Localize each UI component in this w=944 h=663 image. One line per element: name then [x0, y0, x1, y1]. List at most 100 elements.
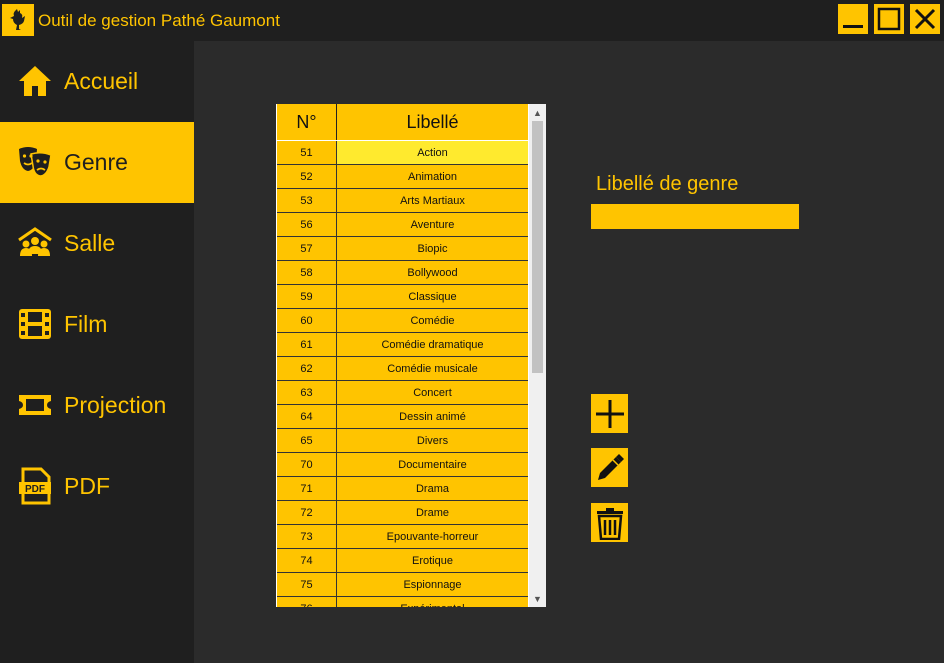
edit-pencil-icon	[597, 453, 624, 480]
cell-libelle: Classique	[408, 290, 457, 303]
theater-masks-icon	[16, 143, 54, 181]
table-row[interactable]: 61 Comédie dramatique	[277, 333, 528, 357]
cell-num: 65	[277, 429, 337, 452]
sidebar-item-projection[interactable]: Projection	[0, 365, 194, 446]
table-row[interactable]: 65 Divers	[277, 429, 528, 453]
cell-num: 74	[277, 549, 337, 572]
sidebar-item-label: Salle	[64, 230, 116, 256]
maximize-icon	[877, 7, 901, 31]
libelle-genre-input[interactable]	[591, 204, 799, 229]
cell-num: 71	[277, 477, 337, 500]
sidebar-item-genre[interactable]: Genre	[0, 122, 194, 203]
film-icon	[16, 305, 54, 343]
sidebar: Accueil Genre Salle Film Projection PDF …	[0, 41, 194, 663]
cell-num: 58	[277, 261, 337, 284]
cell-num: 59	[277, 285, 337, 308]
table-row[interactable]: 71 Drama	[277, 477, 528, 501]
delete-button[interactable]	[591, 503, 628, 542]
cell-num: 57	[277, 237, 337, 260]
cell-num: 56	[277, 213, 337, 236]
table-row[interactable]: 60 Comédie	[277, 309, 528, 333]
cell-libelle: Expérimental	[337, 597, 528, 608]
title-bar: Outil de gestion Pathé Gaumont	[0, 0, 944, 41]
cell-num: 63	[277, 381, 337, 404]
cell-libelle: Comédie	[410, 314, 455, 327]
cell-libelle: Comédie dramatique	[381, 338, 484, 351]
add-icon	[595, 399, 624, 428]
table-row[interactable]: 62 Comédie musicale	[277, 357, 528, 381]
sidebar-item-label: Projection	[64, 392, 167, 418]
table-row[interactable]: 53 Arts Martiaux	[277, 189, 528, 213]
cell-libelle: Concert	[413, 386, 452, 399]
table-row[interactable]: 72 Drame	[277, 501, 528, 525]
table-row[interactable]: 52 Animation	[277, 165, 528, 189]
scroll-down-icon[interactable]: ▼	[529, 590, 546, 607]
audience-icon	[16, 224, 54, 262]
table-row[interactable]: 59 Classique	[277, 285, 528, 309]
table-row[interactable]: 73 Epouvante-horreur	[277, 525, 528, 549]
cell-libelle: Animation	[408, 170, 457, 183]
table-scrollbar[interactable]: ▲ ▼	[529, 104, 546, 607]
cell-num: 73	[277, 525, 337, 548]
table-row[interactable]: 63 Concert	[277, 381, 528, 405]
cell-num: 60	[277, 309, 337, 332]
sidebar-item-salle[interactable]: Salle	[0, 203, 194, 284]
cell-libelle: Divers	[416, 434, 449, 447]
scroll-thumb[interactable]	[532, 121, 543, 373]
sidebar-item-label: PDF	[64, 473, 110, 499]
pdf-file-icon: PDF	[16, 467, 54, 505]
rooster-icon	[2, 4, 34, 36]
sidebar-item-accueil[interactable]: Accueil	[0, 41, 194, 122]
table-row[interactable]: 74 Erotique	[277, 549, 528, 573]
cell-num: 64	[277, 405, 337, 428]
close-icon	[914, 8, 936, 30]
cell-num: 53	[277, 189, 337, 212]
cell-libelle: Biopic	[417, 242, 448, 255]
cell-libelle: Drama	[415, 482, 449, 495]
sidebar-item-label: Film	[64, 311, 108, 337]
table-body: 51 Action 52 Animation 53 Arts Martiaux 56 Aven…	[277, 141, 528, 607]
cell-num: 61	[277, 333, 337, 356]
table-row[interactable]: 51 Action	[277, 141, 528, 165]
cell-libelle: Erotique	[412, 554, 453, 567]
sidebar-item-film[interactable]: Film	[0, 284, 194, 365]
cell-libelle: Bollywood	[407, 266, 458, 279]
minimize-button[interactable]	[838, 4, 868, 34]
table-header: N° Libellé	[277, 104, 528, 140]
table-row[interactable]: 76Expérimental	[277, 597, 528, 607]
table-row[interactable]: 56 Aventure	[277, 213, 528, 237]
app-title: Outil de gestion Pathé Gaumont	[38, 11, 280, 30]
cell-num: 62	[277, 357, 337, 380]
cell-libelle: Arts Martiaux	[400, 194, 465, 207]
edit-button[interactable]	[591, 448, 628, 487]
ticket-icon	[16, 386, 54, 424]
libelle-genre-label: Libellé de genre	[596, 173, 739, 195]
cell-num: 52	[277, 165, 337, 188]
column-header-num[interactable]: N°	[277, 104, 337, 140]
cell-num: 75	[277, 573, 337, 596]
cell-num: 51	[277, 141, 337, 164]
close-button[interactable]	[910, 4, 940, 34]
column-header-libelle[interactable]: Libellé	[337, 104, 528, 140]
table-row[interactable]: 70 Documentaire	[277, 453, 528, 477]
genre-table[interactable]: N° Libellé 51 Action 52 Animation 53 Arts Mar…	[276, 104, 546, 607]
cell-num: 72	[277, 501, 337, 524]
scroll-up-icon[interactable]: ▲	[529, 104, 546, 121]
sidebar-item-pdf[interactable]: PDF PDF	[0, 446, 194, 527]
cell-libelle: Epouvante-horreur	[386, 530, 479, 543]
delete-trash-icon	[596, 507, 623, 540]
cell-libelle: Aventure	[410, 218, 455, 231]
cell-libelle: Comédie musicale	[387, 362, 478, 375]
minimize-icon	[843, 25, 863, 28]
cell-libelle: Drame	[415, 506, 449, 519]
cell-libelle: Action	[337, 141, 528, 164]
add-button[interactable]	[591, 394, 628, 433]
table-row[interactable]: 64 Dessin animé	[277, 405, 528, 429]
sidebar-item-label: Genre	[64, 149, 128, 175]
table-row[interactable]: 75 Espionnage	[277, 573, 528, 597]
table-row[interactable]: 57 Biopic	[277, 237, 528, 261]
maximize-button[interactable]	[874, 4, 904, 34]
cell-num: 70	[277, 453, 337, 476]
cell-libelle: Documentaire	[398, 458, 467, 471]
table-row[interactable]: 58 Bollywood	[277, 261, 528, 285]
